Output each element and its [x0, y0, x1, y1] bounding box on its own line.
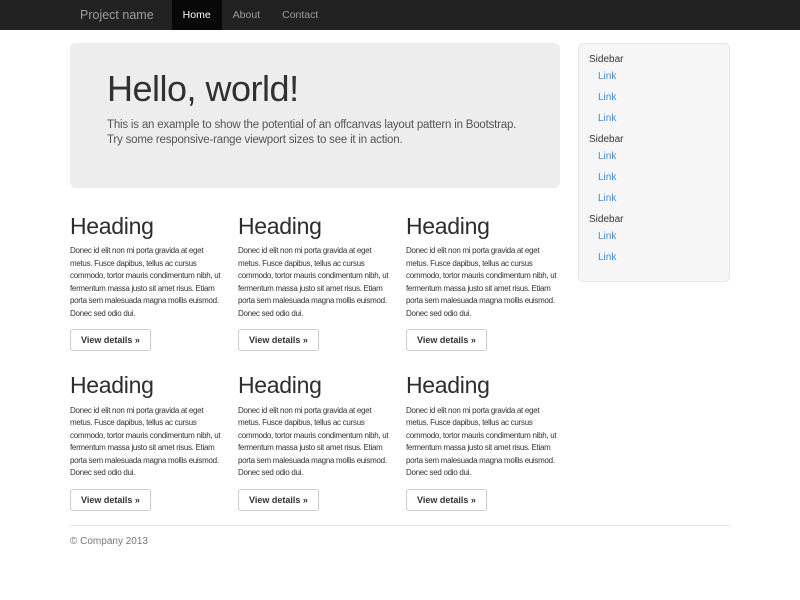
content-row: Hello, world! This is an example to show…	[70, 43, 730, 511]
sidebar-group: Sidebar LinkLink	[589, 214, 719, 269]
card-body: Donec id elit non mi porta gravida at eg…	[406, 405, 558, 480]
sidebar-link[interactable]: Link	[589, 88, 719, 109]
sidebar-group: SidebarLinkLinkLink	[589, 54, 719, 130]
content-card: Heading Donec id elit non mi porta gravid…	[406, 214, 558, 351]
navbar-container: Project name HomeAboutContact	[70, 0, 730, 30]
view-details-button[interactable]: View details »	[406, 489, 487, 511]
sidebar-link[interactable]: Link	[589, 67, 719, 88]
content-card: Heading Donec id elit non mi porta gravid…	[70, 373, 222, 510]
footer-divider	[70, 525, 730, 526]
navbar-menu: HomeAboutContact	[172, 0, 330, 30]
card-body: Donec id elit non mi porta gravida at eg…	[238, 245, 390, 320]
cards-row-2: Heading Donec id elit non mi porta gravid…	[70, 373, 560, 510]
sidebar-link[interactable]: Link	[589, 227, 719, 248]
view-details-button[interactable]: View details »	[70, 489, 151, 511]
view-details-button[interactable]: View details »	[406, 329, 487, 351]
sidebar-link[interactable]: Link	[589, 109, 719, 130]
sidebar: SidebarLinkLinkLinkSidebarLinkLinkLinkSi…	[578, 43, 730, 282]
sidebar-group-title: Sidebar	[589, 54, 719, 65]
card-body: Donec id elit non mi porta gravida at eg…	[70, 245, 222, 320]
view-details-button[interactable]: View details »	[238, 489, 319, 511]
content-card: Heading Donec id elit non mi porta gravid…	[406, 373, 558, 510]
card-heading: Heading	[406, 373, 558, 398]
nav-item-home[interactable]: Home	[172, 0, 222, 30]
card-heading: Heading	[238, 214, 390, 239]
main-content: Hello, world! This is an example to show…	[70, 43, 560, 511]
card-body: Donec id elit non mi porta gravida at eg…	[70, 405, 222, 480]
copyright-text: © Company 2013	[70, 536, 730, 547]
nav-item-contact[interactable]: Contact	[271, 0, 329, 30]
navbar: Project name HomeAboutContact	[0, 0, 800, 30]
sidebar-group-title: Sidebar	[589, 214, 719, 225]
jumbotron-title: Hello, world!	[107, 70, 523, 108]
card-heading: Heading	[238, 373, 390, 398]
view-details-button[interactable]: View details »	[238, 329, 319, 351]
page-container: Hello, world! This is an example to show…	[70, 43, 730, 547]
content-card: Heading Donec id elit non mi porta gravid…	[70, 214, 222, 351]
sidebar-link[interactable]: Link	[589, 168, 719, 189]
navbar-brand[interactable]: Project name	[70, 0, 164, 30]
jumbotron-description: This is an example to show the potential…	[107, 118, 523, 148]
nav-item-about[interactable]: About	[222, 0, 271, 30]
content-card: Heading Donec id elit non mi porta gravid…	[238, 373, 390, 510]
view-details-button[interactable]: View details »	[70, 329, 151, 351]
sidebar-group: SidebarLinkLinkLink	[589, 134, 719, 210]
sidebar-link[interactable]: Link	[589, 189, 719, 210]
cards-row-1: Heading Donec id elit non mi porta gravid…	[70, 214, 560, 351]
content-card: Heading Donec id elit non mi porta gravid…	[238, 214, 390, 351]
card-heading: Heading	[70, 373, 222, 398]
footer: © Company 2013	[70, 525, 730, 547]
sidebar-group-title: Sidebar	[589, 134, 719, 145]
jumbotron: Hello, world! This is an example to show…	[70, 43, 560, 188]
sidebar-link[interactable]: Link	[589, 248, 719, 269]
card-body: Donec id elit non mi porta gravida at eg…	[406, 245, 558, 320]
sidebar-link[interactable]: Link	[589, 147, 719, 168]
card-body: Donec id elit non mi porta gravida at eg…	[238, 405, 390, 480]
card-heading: Heading	[70, 214, 222, 239]
card-heading: Heading	[406, 214, 558, 239]
